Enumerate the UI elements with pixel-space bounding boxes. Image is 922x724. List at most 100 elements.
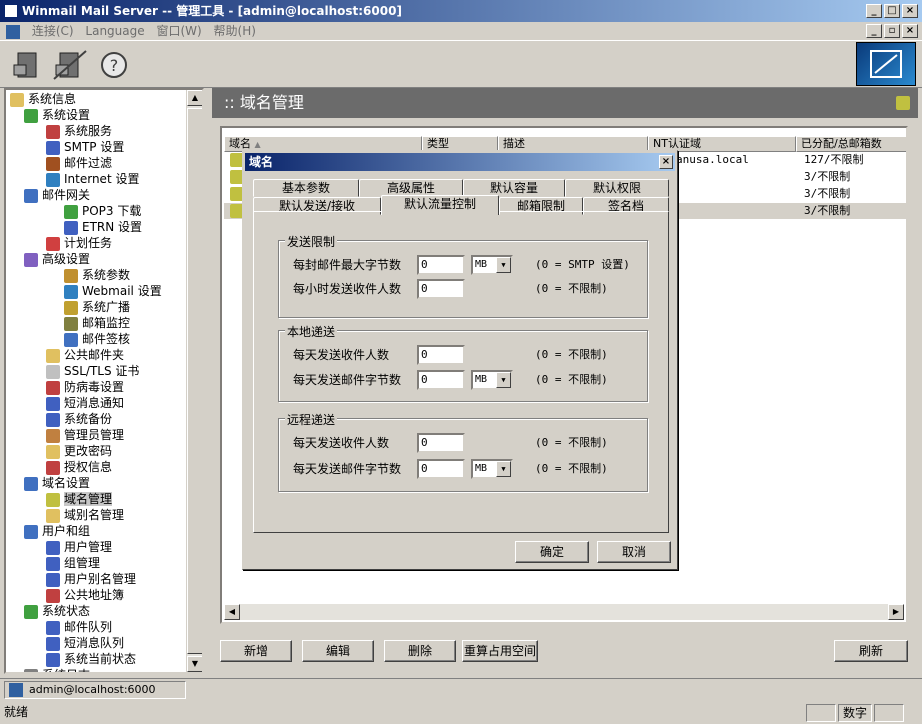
mdi-minimize-button[interactable]: _: [866, 24, 882, 38]
tree-item[interactable]: 系统信息: [10, 91, 76, 107]
tree-item[interactable]: 用户管理: [46, 539, 112, 555]
dialog-title: 域名: [249, 155, 274, 169]
menu-language[interactable]: Language: [85, 24, 144, 38]
tree-item-label: 用户别名管理: [64, 572, 137, 586]
tree-item-label: 防病毒设置: [64, 380, 125, 394]
tree-scrollbar[interactable]: ▲ ▼: [186, 90, 202, 672]
scroll-up-button[interactable]: ▲: [187, 90, 202, 106]
tree-item[interactable]: SMTP 设置: [46, 139, 124, 155]
grid-hscrollbar[interactable]: ◀ ▶: [224, 604, 904, 620]
tree-item[interactable]: Webmail 设置: [64, 283, 162, 299]
tree-item[interactable]: ETRN 设置: [64, 219, 142, 235]
tree-item[interactable]: 授权信息: [46, 459, 112, 475]
tree-item[interactable]: 域名管理: [46, 491, 113, 507]
local-bytes-input[interactable]: 0: [417, 370, 465, 390]
menu-connect[interactable]: 连接(C): [32, 24, 74, 38]
send-limit-group: 发送限制 每封邮件最大字节数 0 MB ▼ (0 = SMTP 设置) 每小时发送…: [278, 233, 648, 318]
tree-item[interactable]: 域名设置: [24, 475, 90, 491]
mdi-restore-button[interactable]: ▫: [884, 24, 900, 38]
remote-bytes-unit-select[interactable]: MB ▼: [471, 459, 513, 479]
tree-item[interactable]: 邮件队列: [46, 619, 112, 635]
remote-rcpt-input[interactable]: 0: [417, 433, 465, 453]
domain-dialog: 域名 × 基本参数 高级属性 默认容量 默认权限 默认发送/接收 默认流量控制 …: [242, 150, 678, 570]
minimize-button[interactable]: _: [866, 4, 882, 18]
maximize-button[interactable]: □: [884, 4, 900, 18]
row-mailbox-count: 3/不限制: [804, 204, 851, 217]
status-panel: [806, 704, 836, 722]
tree-item[interactable]: 更改密码: [46, 443, 112, 459]
tree-item[interactable]: 邮件过滤: [46, 155, 112, 171]
toolbar: ?: [0, 40, 922, 88]
tree-item[interactable]: 系统广播: [64, 299, 130, 315]
close-button[interactable]: ×: [902, 4, 918, 18]
tab-traffic-control[interactable]: 默认流量控制: [381, 195, 499, 215]
row-mailbox-count: 3/不限制: [804, 187, 851, 200]
tree-item[interactable]: 计划任务: [46, 235, 112, 251]
tree-item[interactable]: 域别名管理: [46, 507, 124, 523]
tree-item[interactable]: 系统当前状态: [46, 651, 136, 667]
tree-item[interactable]: 系统日志: [24, 667, 90, 672]
scroll-thumb[interactable]: [187, 108, 202, 654]
local-rcpt-input[interactable]: 0: [417, 345, 465, 365]
tab-default-permissions[interactable]: 默认权限: [565, 179, 669, 197]
tree-item-icon: [64, 220, 78, 235]
scroll-down-button[interactable]: ▼: [187, 656, 202, 672]
tree-item-icon: [46, 556, 60, 571]
tree-item-label: 用户管理: [64, 540, 113, 554]
tree-item[interactable]: 组管理: [46, 555, 100, 571]
tree-item[interactable]: 系统参数: [64, 267, 130, 283]
recalc-space-button[interactable]: 重算占用空间: [462, 640, 538, 662]
tree-item[interactable]: 防病毒设置: [46, 379, 124, 395]
local-delivery-group: 本地递送 每天发送收件人数 0 (0 = 不限制) 每天发送邮件字节数 0 MB…: [278, 323, 648, 402]
refresh-button[interactable]: 刷新: [834, 640, 908, 662]
tree-item[interactable]: 系统设置: [24, 107, 90, 123]
tree-item[interactable]: 用户别名管理: [46, 571, 136, 587]
connect-icon[interactable]: [10, 47, 46, 83]
tree-item[interactable]: SSL/TLS 证书: [46, 363, 139, 379]
edit-button[interactable]: 编辑: [302, 640, 374, 662]
tree-item[interactable]: 系统服务: [46, 123, 112, 139]
dialog-close-button[interactable]: ×: [659, 155, 673, 169]
delete-button[interactable]: 删除: [384, 640, 456, 662]
disconnect-icon[interactable]: [52, 47, 88, 83]
tree-item[interactable]: 邮件签核: [64, 331, 130, 347]
tree-item-icon: [46, 156, 60, 171]
tree-item[interactable]: 公共邮件夹: [46, 347, 124, 363]
tree-item-icon: [24, 524, 38, 539]
max-bytes-input[interactable]: 0: [417, 255, 465, 275]
tree-item[interactable]: 公共地址簿: [46, 587, 124, 603]
local-bytes-unit-select[interactable]: MB ▼: [471, 370, 513, 390]
tree-item[interactable]: 管理员管理: [46, 427, 124, 443]
tree-item-icon: [64, 204, 78, 219]
tree-item-label: 短消息通知: [64, 396, 125, 410]
chevron-down-icon: ▼: [496, 461, 511, 477]
tree-item[interactable]: 高级设置: [24, 251, 90, 267]
rcpt-hour-input[interactable]: 0: [417, 279, 465, 299]
menu-help[interactable]: 帮助(H): [214, 24, 256, 38]
tree-item[interactable]: 邮箱监控: [64, 315, 130, 331]
tree-item-label: 邮箱监控: [82, 316, 131, 330]
tree-item[interactable]: 短消息通知: [46, 395, 124, 411]
scroll-right-button[interactable]: ▶: [888, 604, 904, 620]
remote-bytes-input[interactable]: 0: [417, 459, 465, 479]
cancel-button[interactable]: 取消: [597, 541, 671, 563]
tab-basic-params[interactable]: 基本参数: [253, 179, 359, 197]
tree-item[interactable]: Internet 设置: [46, 171, 139, 187]
add-button[interactable]: 新增: [220, 640, 292, 662]
help-icon[interactable]: ?: [96, 47, 132, 83]
tree-item[interactable]: 用户和组: [24, 523, 90, 539]
tree-item[interactable]: 系统备份: [46, 411, 112, 427]
tree-item[interactable]: POP3 下载: [64, 203, 141, 219]
tree-item-label: Internet 设置: [64, 172, 140, 186]
ok-button[interactable]: 确定: [515, 541, 589, 563]
mdi-close-button[interactable]: ×: [902, 24, 918, 38]
scroll-left-button[interactable]: ◀: [224, 604, 240, 620]
max-bytes-unit-select[interactable]: MB ▼: [471, 255, 513, 275]
col-mailbox-count[interactable]: 已分配/总邮箱数: [796, 136, 906, 152]
tree-item-label: 系统广播: [82, 300, 131, 314]
tree-item[interactable]: 短消息队列: [46, 635, 124, 651]
connection-bar: admin@localhost:6000: [0, 678, 922, 700]
tree-item[interactable]: 系统状态: [24, 603, 90, 619]
menu-window[interactable]: 窗口(W): [156, 24, 201, 38]
tree-item[interactable]: 邮件网关: [24, 187, 90, 203]
